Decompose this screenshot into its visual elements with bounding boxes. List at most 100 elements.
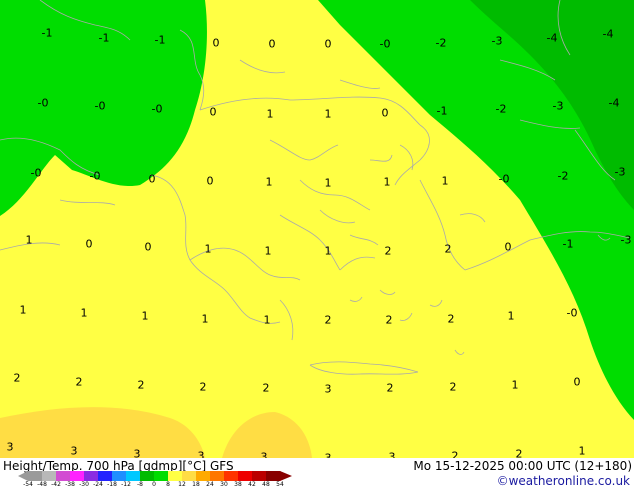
map-value-label: 1: [19, 303, 27, 317]
legend-tick-label: -42: [51, 481, 61, 488]
map-value-label: -1: [436, 104, 448, 118]
map-value-label: 2: [451, 449, 459, 459]
map-value-label: 1: [141, 309, 149, 323]
legend-swatch: [126, 471, 141, 481]
map-value-label: -0: [566, 306, 578, 320]
legend-swatch: [154, 471, 169, 481]
legend-tick-label: 38: [234, 481, 242, 488]
map-value-label: 1: [441, 174, 449, 188]
map-value-label: -2: [435, 36, 447, 50]
map-value-label: 2: [75, 375, 83, 389]
legend-swatch: [98, 471, 113, 481]
map-value-label: -4: [602, 27, 614, 41]
legend-swatch: [84, 471, 99, 481]
map-value-label: 1: [80, 306, 88, 320]
map-value-label: 2: [13, 371, 21, 385]
map-value-label: -1: [41, 26, 53, 40]
map-value-label: 2: [137, 378, 145, 392]
map-value-label: -1: [562, 237, 574, 251]
map-value-label: 0: [324, 37, 332, 51]
map-value-label: -0: [37, 96, 49, 110]
map-value-label: 1: [264, 244, 272, 258]
legend-swatch: [238, 471, 253, 481]
map-value-label: 2: [199, 380, 207, 394]
map-value-label: 2: [386, 381, 394, 395]
legend-swatch: [182, 471, 197, 481]
legend-tick-label: 42: [248, 481, 256, 488]
map-value-label: -2: [557, 169, 569, 183]
map-value-label: -4: [546, 31, 558, 45]
map-value-label: 1: [263, 313, 271, 327]
map-value-label: 0: [209, 105, 217, 119]
color-legend: -54 -48 -42 -38 -30 -24 -18 -12 -8 0 8 12 18 24 30 38 42…: [18, 471, 292, 490]
legend-tick-label: -8: [137, 481, 143, 488]
map-value-label: 1: [324, 244, 332, 258]
map-value-label: -3: [491, 34, 503, 48]
map-canvas: [0, 0, 634, 458]
legend-arrow-left: [18, 471, 28, 481]
legend-swatch: [70, 471, 85, 481]
map-value-label: -3: [614, 165, 626, 179]
map-value-label: -2: [495, 102, 507, 116]
legend-swatch: [196, 471, 211, 481]
map-value-label: 1: [204, 242, 212, 256]
map-value-label: 0: [268, 37, 276, 51]
legend-swatch: [252, 471, 267, 481]
map-value-label: 1: [507, 309, 515, 323]
map-value-label: 0: [144, 240, 152, 254]
legend-tick-label: -24: [93, 481, 103, 488]
copyright-link[interactable]: ©weatheronline.co.uk: [497, 474, 630, 488]
map-value-label: 1: [511, 378, 519, 392]
legend-swatch: [112, 471, 127, 481]
map-value-label: -0: [89, 169, 101, 183]
legend-swatch: [42, 471, 57, 481]
map-value-label: 2: [515, 447, 523, 459]
legend-tick-label: 18: [192, 481, 200, 488]
legend-tick-label: 24: [206, 481, 214, 488]
map-value-label: 1: [324, 107, 332, 121]
map-value-label: 0: [212, 36, 220, 50]
legend-tick-label: -48: [37, 481, 47, 488]
map-value-label: -0: [379, 37, 391, 51]
map-value-label: -0: [151, 102, 163, 116]
legend-swatch: [140, 471, 155, 481]
map-value-label: 0: [206, 174, 214, 188]
map-value-label: 1: [578, 444, 586, 458]
map-value-label: 0: [381, 106, 389, 120]
map-value-label: -4: [608, 96, 620, 110]
map-value-label: 1: [324, 176, 332, 190]
map-value-label: 0: [148, 172, 156, 186]
legend-tick-label: 8: [166, 481, 170, 488]
map-value-label: 1: [265, 175, 273, 189]
legend-swatch: [266, 471, 281, 481]
legend-tick-label: 0: [152, 481, 156, 488]
map-value-label: 0: [85, 237, 93, 251]
map-value-label: 2: [384, 244, 392, 258]
legend-tick-label: -30: [79, 481, 89, 488]
legend-swatch: [28, 471, 43, 481]
legend-tick-label: 48: [262, 481, 270, 488]
map-value-label: 2: [444, 242, 452, 256]
map-area: -1 -1 -1 0 0 0 -0 -2 -3 -4 -4 -0 -0 -0 0 1 1 0 -1 -2 -3 -4 -0 -…: [0, 0, 634, 458]
map-value-label: -0: [30, 166, 42, 180]
legend-swatch: [168, 471, 183, 481]
map-value-label: 3: [133, 447, 141, 459]
map-value-label: 0: [573, 375, 581, 389]
legend-swatch: [210, 471, 225, 481]
map-value-label: 3: [197, 449, 205, 459]
map-value-label: 0: [504, 240, 512, 254]
map-value-label: 1: [383, 175, 391, 189]
map-value-label: -1: [98, 31, 110, 45]
map-value-label: 1: [25, 233, 33, 247]
legend-swatch: [56, 471, 71, 481]
map-value-label: 2: [262, 381, 270, 395]
legend-bar: [18, 471, 292, 481]
map-value-label: -1: [154, 33, 166, 47]
map-value-label: -0: [94, 99, 106, 113]
map-value-label: 3: [6, 440, 14, 454]
map-value-label: 1: [266, 107, 274, 121]
legend-tick-label: 30: [220, 481, 228, 488]
map-value-label: 2: [449, 380, 457, 394]
legend-tick-label: 12: [178, 481, 186, 488]
map-value-label: -3: [552, 99, 564, 113]
